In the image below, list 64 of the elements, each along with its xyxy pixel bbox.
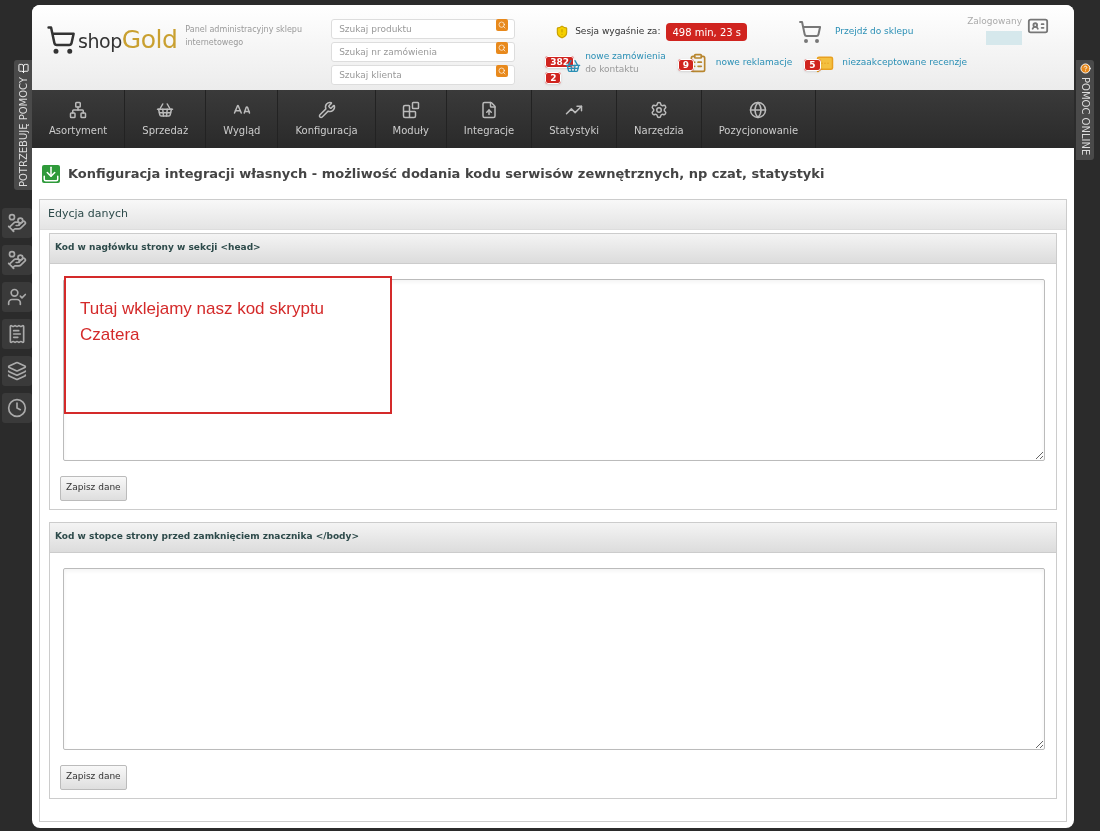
speech-bubble-icon (816, 55, 835, 73)
section-header: Kod w stopce strony przed zamknięciem znacznika </body> (50, 522, 1056, 553)
file-icon (480, 100, 498, 119)
online-tab-label: POMOC ONLINE (1078, 77, 1092, 156)
sidebar-button[interactable] (2, 208, 32, 238)
help-tab-label: POTRZEBUJĘ POMOCY (16, 77, 30, 188)
blocks-icon (401, 100, 420, 119)
logo: shopGold (78, 24, 178, 56)
save-button[interactable]: Zapisz dane (60, 764, 127, 790)
nav-tab[interactable]: Pozycjonowanie (701, 90, 817, 148)
count-badge: 382 (545, 56, 574, 68)
session-timer: 498 min, 23 s (666, 23, 747, 41)
nav-tab[interactable]: Sprzedaż (125, 90, 207, 148)
tagline: Panel administracyjny sklepu internetowego (185, 24, 303, 49)
cart-logo-icon (46, 24, 76, 55)
nav-tab[interactable]: Asortyment (32, 90, 126, 148)
username-field (986, 30, 1022, 45)
search-icon[interactable] (496, 19, 509, 31)
save-button[interactable]: Zapisz dane (60, 475, 127, 501)
help-icon (1079, 63, 1091, 74)
sidebar-button[interactable] (2, 245, 32, 275)
stack-icon (7, 361, 27, 381)
basket-icon (156, 100, 175, 119)
count-badge: 2 (545, 72, 562, 84)
nav-tab[interactable]: Moduły (375, 90, 447, 148)
session-label: Sesja wygaśnie za: (575, 25, 661, 39)
clock-icon (7, 398, 27, 418)
count-badge: 9 (677, 59, 694, 71)
search-icon[interactable] (496, 42, 509, 54)
sidebar-button[interactable] (2, 393, 32, 423)
sidebar-button[interactable] (2, 319, 32, 349)
sidebar-button[interactable] (2, 356, 32, 386)
shop-link[interactable]: Przejdź do sklepu (835, 25, 914, 39)
nav-tab[interactable]: Integracje (446, 90, 533, 148)
nav-tab[interactable]: Wygląd (206, 90, 279, 148)
nav-tab[interactable]: Narzędzia (617, 90, 702, 148)
search-icon[interactable] (496, 65, 509, 77)
page-title: Konfiguracja integracji własnych - możliwość dodania kodu serwisów zewnętrznych, np czat, statystyki (68, 165, 825, 183)
panel-header: Edycja danych (40, 199, 1066, 230)
orders-link[interactable]: nowe zamówienia (585, 50, 666, 63)
section-header: Kod w nagłówku strony w sekcji <head> (50, 233, 1056, 264)
user-check-icon (7, 287, 27, 307)
shield-icon (555, 25, 570, 39)
sidebar-button[interactable] (2, 282, 32, 312)
settings-icon (649, 100, 668, 119)
nav-tab[interactable]: Statystyki (532, 90, 618, 148)
search-field[interactable]: Szukaj nr zamówienia (331, 42, 516, 62)
book-icon (17, 63, 29, 74)
download-icon (42, 164, 60, 183)
globe-icon (749, 100, 768, 119)
nav-tab[interactable]: Konfiguracja (278, 90, 376, 148)
search-field[interactable]: Szukaj klienta (331, 65, 516, 85)
online-help-tab[interactable]: POMOC ONLINE (1076, 60, 1094, 160)
count-badge: 5 (804, 59, 821, 71)
sitemap-icon (69, 100, 88, 119)
help-tab[interactable]: POTRZEBUJĘ POMOCY (14, 60, 32, 190)
contact-label: do kontaktu (585, 63, 640, 76)
logged-in-label: Zalogowany (967, 15, 1022, 28)
wrench-icon (317, 100, 336, 119)
search-field[interactable]: Szukaj produktu (331, 19, 516, 39)
complaints-link[interactable]: nowe reklamacje (715, 56, 793, 70)
code-field[interactable] (63, 567, 1045, 750)
annotation-box: Tutaj wklejamy nasz kod skryptu Czatera (64, 276, 392, 414)
list-icon (7, 324, 27, 344)
